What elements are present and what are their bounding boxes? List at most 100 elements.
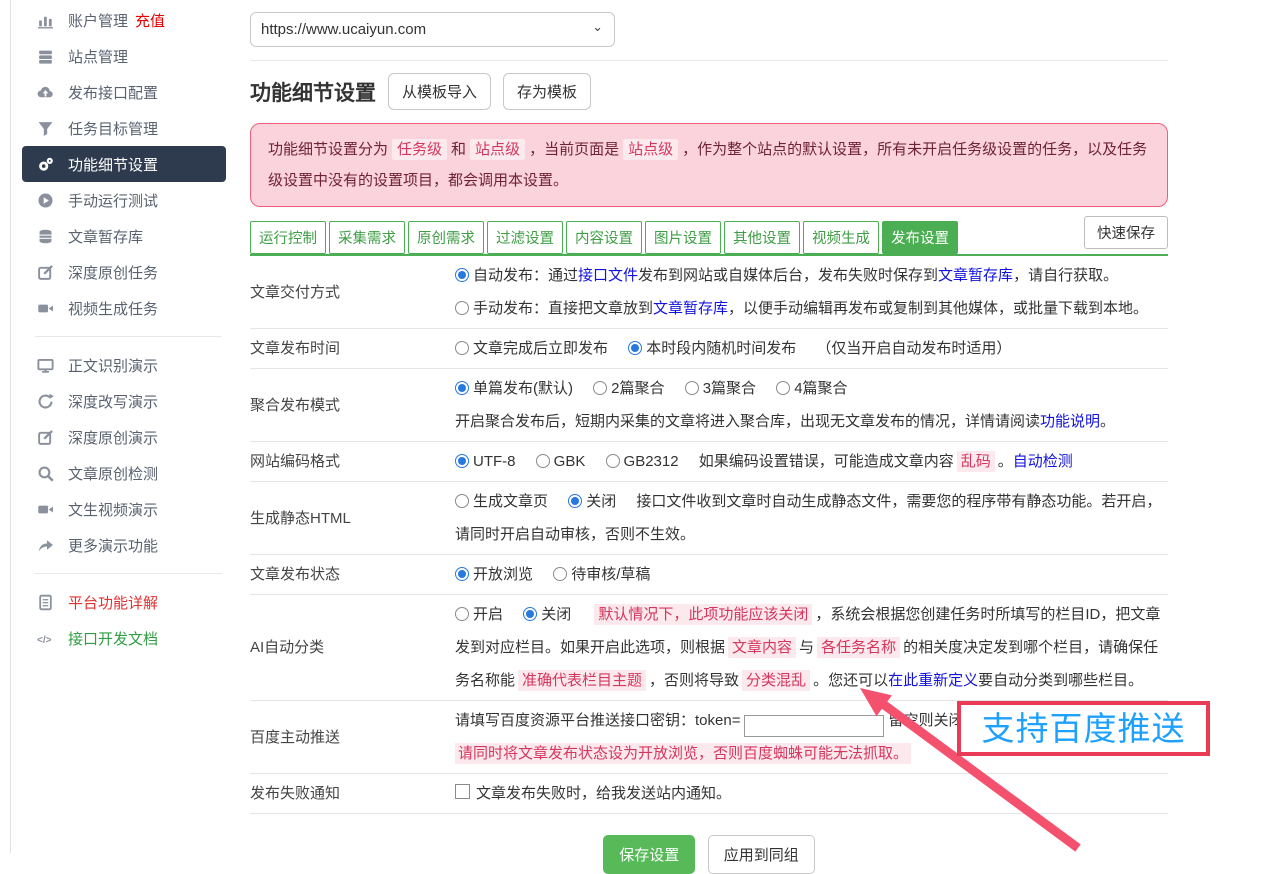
video-icon bbox=[35, 500, 55, 518]
sidebar-item-api-docs[interactable]: </> 接口开发文档 bbox=[22, 620, 226, 656]
tab-collect[interactable]: 采集需求 bbox=[329, 221, 405, 254]
sidebar-item-platform-docs[interactable]: 平台功能详解 bbox=[22, 584, 226, 620]
notice-text: 功能细节设置分为 bbox=[268, 141, 388, 158]
radio-gbk[interactable] bbox=[536, 454, 550, 468]
sidebar-item-label: 文生视频演示 bbox=[68, 499, 158, 520]
save-settings-button[interactable]: 保存设置 bbox=[603, 835, 695, 874]
sidebar-item-label: 任务目标管理 bbox=[68, 118, 158, 139]
row-encoding: 网站编码格式 UTF-8 GBK GB2312 如果编码设置错误，可能造成文章内… bbox=[250, 442, 1168, 482]
sidebar-item-label: 账户管理 bbox=[68, 10, 128, 31]
article-buffer-link[interactable]: 文章暂存库 bbox=[938, 267, 1013, 284]
radio-manual-publish[interactable] bbox=[455, 301, 469, 315]
sidebar-item-manual-run[interactable]: 手动运行测试 bbox=[22, 182, 226, 218]
tab-publish[interactable]: 发布设置 bbox=[882, 221, 958, 254]
radio-open-view[interactable] bbox=[455, 567, 469, 581]
title-row: 功能细节设置 从模板导入 存为模板 bbox=[250, 73, 1168, 110]
save-as-template-button[interactable]: 存为模板 bbox=[503, 73, 591, 110]
row-fail-notify: 发布失败通知 文章发布失败时，给我发送站内通知。 bbox=[250, 774, 1168, 814]
tab-original[interactable]: 原创需求 bbox=[408, 221, 484, 254]
radio-gb2312[interactable] bbox=[606, 454, 620, 468]
option-text: 开放浏览 bbox=[473, 566, 533, 583]
radio-aggregate-3[interactable] bbox=[685, 381, 699, 395]
row-publish-status: 文章发布状态 开放浏览 待审核/草稿 bbox=[250, 555, 1168, 595]
radio-aggregate-4[interactable] bbox=[776, 381, 790, 395]
cloud-upload-icon bbox=[35, 83, 55, 101]
tab-image[interactable]: 图片设置 bbox=[645, 221, 721, 254]
sidebar-item-more-demos[interactable]: 更多演示功能 bbox=[22, 527, 226, 563]
feature-doc-link[interactable]: 功能说明 bbox=[1040, 413, 1100, 430]
radio-generate-page[interactable] bbox=[455, 494, 469, 508]
option-text: 待审核/草稿 bbox=[571, 566, 650, 583]
tab-content[interactable]: 内容设置 bbox=[566, 221, 642, 254]
sidebar: 账户管理 充值 站点管理 发布接口配置 任务目标管理 功能细节设置 手动运行测试… bbox=[11, 2, 230, 656]
funnel-icon bbox=[35, 119, 55, 137]
radio-auto-publish[interactable] bbox=[455, 268, 469, 282]
row-label: 文章交付方式 bbox=[250, 276, 455, 309]
sidebar-item-publish-api[interactable]: 发布接口配置 bbox=[22, 74, 226, 110]
sidebar-item-article-buffer[interactable]: 文章暂存库 bbox=[22, 218, 226, 254]
row-label: 百度主动推送 bbox=[250, 721, 455, 754]
sidebar-item-deep-original-demo[interactable]: 深度原创演示 bbox=[22, 419, 226, 455]
radio-publish-random-time[interactable] bbox=[628, 341, 642, 355]
sidebar-item-label: 深度原创演示 bbox=[68, 427, 158, 448]
api-file-link[interactable]: 接口文件 bbox=[578, 267, 638, 284]
desc-text: 与 bbox=[799, 639, 814, 656]
edit-icon bbox=[35, 263, 55, 281]
tab-run-control[interactable]: 运行控制 bbox=[250, 221, 326, 254]
radio-pending-draft[interactable] bbox=[553, 567, 567, 581]
tab-other[interactable]: 其他设置 bbox=[724, 221, 800, 254]
sidebar-item-originality-check[interactable]: 文章原创检测 bbox=[22, 455, 226, 491]
row-label: 生成静态HTML bbox=[250, 502, 455, 535]
row-label: 文章发布时间 bbox=[250, 332, 455, 365]
sidebar-item-label: 文章暂存库 bbox=[68, 226, 143, 247]
quick-save-button[interactable]: 快速保存 bbox=[1084, 216, 1168, 249]
document-icon bbox=[35, 593, 55, 611]
tab-video[interactable]: 视频生成 bbox=[803, 221, 879, 254]
sidebar-item-account[interactable]: 账户管理 充值 bbox=[22, 2, 226, 38]
sidebar-item-rewrite-demo[interactable]: 深度改写演示 bbox=[22, 383, 226, 419]
radio-publish-immediately[interactable] bbox=[455, 341, 469, 355]
sidebar-divider bbox=[35, 573, 222, 574]
sidebar-item-text-to-video-demo[interactable]: 文生视频演示 bbox=[22, 491, 226, 527]
row-label: 文章发布状态 bbox=[250, 558, 455, 591]
classify-chaos-highlight: 分类混乱 bbox=[742, 670, 810, 691]
sidebar-item-label: 深度原创任务 bbox=[68, 262, 158, 283]
edit-icon bbox=[35, 428, 55, 446]
sidebar-item-deep-original-task[interactable]: 深度原创任务 bbox=[22, 254, 226, 290]
notice-banner: 功能细节设置分为任务级和站点级，当前页面是站点级，作为整个站点的默认设置，所有未… bbox=[250, 123, 1168, 207]
desc-text: 。 bbox=[1100, 413, 1115, 430]
sidebar-item-label: 深度改写演示 bbox=[68, 391, 158, 412]
import-template-button[interactable]: 从模板导入 bbox=[388, 73, 491, 110]
radio-aggregate-2[interactable] bbox=[593, 381, 607, 395]
article-buffer-link[interactable]: 文章暂存库 bbox=[653, 300, 728, 317]
radio-ai-off[interactable] bbox=[523, 607, 537, 621]
radio-utf8[interactable] bbox=[455, 454, 469, 468]
tab-filter[interactable]: 过滤设置 bbox=[487, 221, 563, 254]
auto-detect-link[interactable]: 自动检测 bbox=[1013, 453, 1073, 470]
radio-single-publish[interactable] bbox=[455, 381, 469, 395]
footer-actions: 保存设置 应用到同组 bbox=[250, 835, 1168, 874]
option-text: 本时段内随机时间发布 bbox=[646, 340, 796, 357]
sidebar-item-sites[interactable]: 站点管理 bbox=[22, 38, 226, 74]
fail-notify-checkbox[interactable] bbox=[455, 784, 470, 799]
sidebar-item-video-task[interactable]: 视频生成任务 bbox=[22, 290, 226, 326]
redefine-link[interactable]: 在此重新定义 bbox=[888, 672, 978, 689]
site-level-tag: 站点级 bbox=[623, 139, 678, 160]
row-static-html: 生成静态HTML 生成文章页 关闭 接口文件收到文章时自动生成静态文件，需要您的… bbox=[250, 482, 1168, 555]
desc-text: 。 bbox=[998, 453, 1013, 470]
option-text: 文章发布失败时，给我发送站内通知。 bbox=[476, 785, 731, 802]
site-select[interactable]: https://www.ucaiyun.com bbox=[250, 12, 615, 47]
recharge-badge[interactable]: 充值 bbox=[135, 10, 165, 31]
sidebar-item-label: 手动运行测试 bbox=[68, 190, 158, 211]
apply-to-group-button[interactable]: 应用到同组 bbox=[708, 835, 815, 874]
token-label: 请填写百度资源平台推送接口密钥：token= bbox=[455, 712, 740, 729]
baidu-token-input[interactable] bbox=[744, 715, 884, 737]
sidebar-item-task-targets[interactable]: 任务目标管理 bbox=[22, 110, 226, 146]
radio-static-off[interactable] bbox=[568, 494, 582, 508]
sidebar-item-feature-settings[interactable]: 功能细节设置 bbox=[22, 146, 226, 182]
option-text: ，请自行获取。 bbox=[1013, 267, 1118, 284]
garbled-highlight: 乱码 bbox=[957, 451, 995, 472]
radio-ai-on[interactable] bbox=[455, 607, 469, 621]
sidebar-item-content-detect-demo[interactable]: 正文识别演示 bbox=[22, 347, 226, 383]
notice-text: ，当前页面是 bbox=[529, 141, 619, 158]
